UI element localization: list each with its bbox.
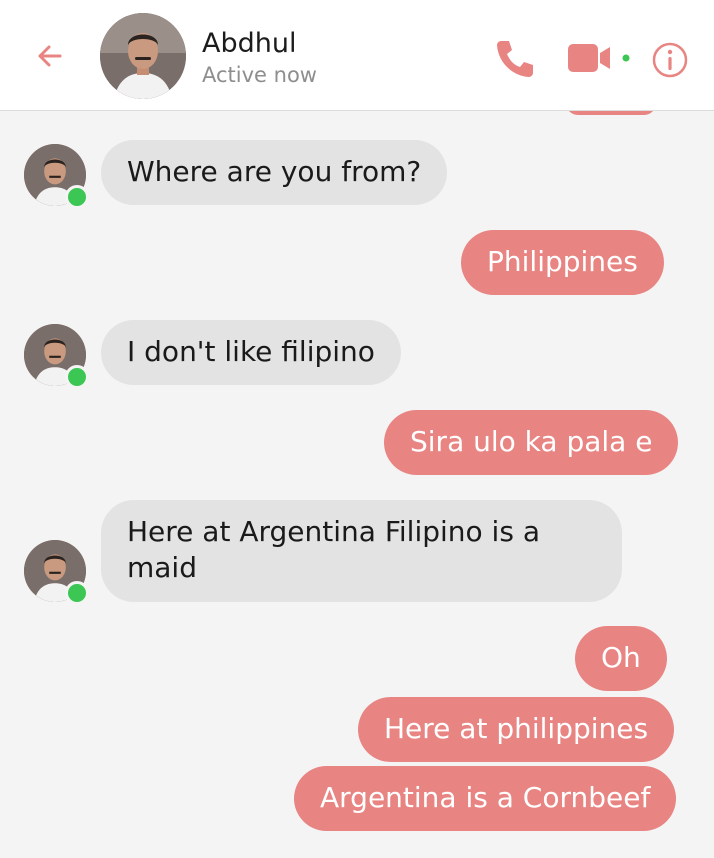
online-indicator (65, 365, 89, 389)
back-arrow-icon[interactable] (30, 36, 70, 76)
info-icon[interactable] (650, 40, 690, 80)
contact-avatar[interactable] (100, 13, 186, 99)
message-outgoing[interactable]: Here at philippines (358, 697, 675, 762)
message-outgoing[interactable]: Sira ulo ka pala e (384, 410, 679, 475)
active-status: Active now (202, 63, 317, 87)
message-incoming[interactable]: I don't like filipino (101, 320, 401, 385)
previous-message-bubble (566, 111, 656, 115)
sender-avatar[interactable] (24, 324, 89, 389)
phone-icon[interactable] (492, 35, 538, 81)
message-incoming[interactable]: Here at Argentina Filipino is a maid (101, 500, 622, 602)
message-outgoing[interactable]: Argentina is a Cornbeef (294, 766, 677, 831)
video-camera-icon[interactable] (568, 38, 636, 78)
message-list[interactable]: Where are you from? Philippines I don't … (0, 111, 714, 858)
sender-avatar[interactable] (24, 540, 89, 605)
contact-name: Abdhul (202, 28, 297, 59)
message-incoming[interactable]: Where are you from? (101, 140, 448, 205)
avatar-image (100, 13, 186, 99)
message-outgoing[interactable]: Oh (575, 626, 667, 691)
sender-avatar[interactable] (24, 144, 89, 209)
chat-header: Abdhul Active now (0, 0, 714, 111)
message-outgoing[interactable]: Philippines (461, 230, 664, 295)
online-indicator (65, 581, 89, 605)
online-indicator (65, 185, 89, 209)
